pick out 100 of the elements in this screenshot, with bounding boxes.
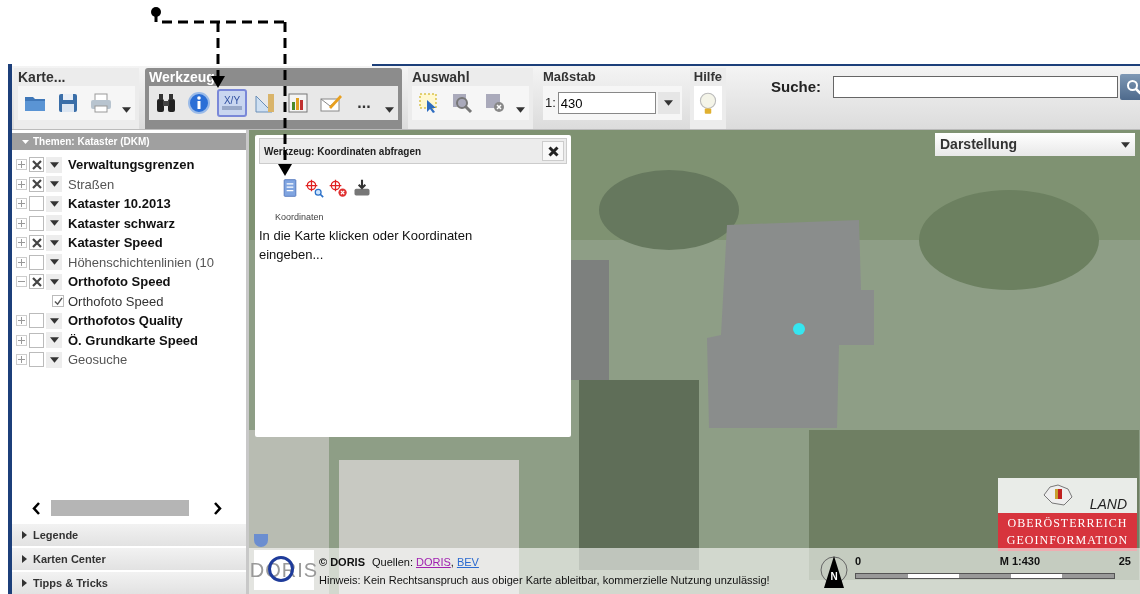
caret-icon [515, 107, 525, 113]
layer-label[interactable]: Straßen [68, 174, 115, 194]
accordion-section[interactable]: Karten Center [12, 546, 246, 570]
layer-checkbox[interactable] [29, 274, 44, 290]
layer-menu-button[interactable] [46, 351, 62, 368]
layer-label[interactable]: Orthofoto Speed [68, 272, 171, 292]
scrollbar-thumb[interactable] [51, 500, 189, 516]
printer-icon [89, 91, 113, 115]
caret-icon [49, 317, 59, 324]
scale-label: 0 [855, 554, 862, 568]
search-field[interactable] [833, 76, 1119, 98]
land-logo-text: GEOINFORMATION [1006, 532, 1129, 549]
accordion-section[interactable]: Legende [12, 522, 246, 546]
land-logo-text: OBERÖSTERREICH [1007, 515, 1128, 532]
caret-icon [49, 239, 59, 246]
toolbar-group-title: Maßstab [543, 68, 597, 86]
crosshair-magnifier-icon [303, 178, 324, 198]
layer-label[interactable]: Kataster schwarz [68, 213, 175, 233]
caret-icon [49, 278, 59, 285]
close-icon [547, 145, 559, 157]
layer-menu-button[interactable] [46, 215, 62, 232]
layer-menu-button[interactable] [46, 254, 62, 271]
plus-icon [18, 200, 25, 208]
layer-checkbox[interactable] [29, 313, 44, 329]
layer-label[interactable]: Orthofoto Speed [68, 291, 164, 311]
expand-triangle-icon [22, 531, 27, 539]
display-dropdown[interactable]: Darstellung [935, 133, 1135, 156]
plus-icon [18, 336, 25, 344]
toolbar-group-title: Auswahl [412, 68, 471, 86]
layer-menu-button[interactable] [46, 273, 62, 290]
crosshair-delete-icon [327, 178, 348, 198]
expand-triangle-icon [22, 555, 27, 563]
disclaimer-text: Hinweis: Kein Rechtsanspruch aus obiger Karte ableitbar, kommerzielle Nutzung unzulässig! [319, 573, 770, 588]
land-logo-text: LAND [1089, 497, 1127, 511]
expand-toggle[interactable] [16, 178, 27, 190]
caret-icon [49, 356, 59, 363]
map-crest-icon [1041, 483, 1074, 507]
layer-label[interactable]: Höhenschichtenlinien (10 [68, 252, 214, 272]
source-link[interactable]: BEV [456, 553, 479, 571]
layer-menu-button[interactable] [46, 156, 62, 173]
expand-toggle[interactable] [16, 237, 27, 249]
plus-icon [18, 161, 25, 169]
caret-icon [49, 200, 59, 207]
layer-checkbox[interactable] [29, 176, 44, 192]
expand-toggle[interactable] [16, 276, 27, 288]
scale-input[interactable]: 430 [557, 92, 656, 114]
layer-checkbox[interactable] [52, 295, 64, 308]
layer-label[interactable]: Orthofotos Quality [68, 311, 183, 331]
expand-toggle[interactable] [16, 354, 27, 366]
caret-icon [49, 259, 59, 266]
binoculars-icon [154, 91, 178, 115]
layer-menu-button[interactable] [46, 312, 62, 329]
toolbar-group-title: Karte... [18, 68, 67, 86]
source-link[interactable]: DORIS [416, 553, 451, 571]
popup-message: In die Karte klicken oder Koordinaten eingeben... [259, 226, 474, 264]
layer-checkbox[interactable] [29, 157, 44, 173]
layer-label[interactable]: Ö. Grundkarte Speed [68, 330, 199, 350]
caret-icon [1121, 141, 1130, 148]
search-icon [1126, 79, 1140, 95]
scale-label: M 1:430 [999, 554, 1041, 568]
expand-toggle[interactable] [16, 198, 27, 210]
expand-triangle-icon [22, 579, 27, 587]
expand-toggle[interactable] [16, 217, 27, 229]
layer-menu-button[interactable] [46, 176, 62, 193]
layer-checkbox[interactable] [29, 332, 44, 348]
layer-label[interactable]: Geosuche [68, 350, 128, 370]
plus-icon [18, 317, 25, 325]
close-button[interactable] [542, 141, 564, 161]
caret-icon [121, 107, 131, 113]
caret-icon [49, 161, 59, 168]
expand-toggle[interactable] [16, 159, 27, 171]
layer-menu-button[interactable] [46, 234, 62, 251]
plus-icon [18, 219, 25, 227]
magnifier-selection-icon [450, 91, 474, 115]
plus-icon [18, 239, 25, 247]
scale-dropdown-button[interactable] [657, 92, 680, 114]
layer-menu-button[interactable] [46, 332, 62, 349]
expand-toggle[interactable] [16, 334, 27, 346]
accordion-section[interactable]: Tipps & Tricks [12, 570, 246, 594]
layer-label[interactable]: Verwaltungsgrenzen [68, 155, 195, 175]
sources-label: Quellen: [372, 555, 413, 570]
sidebar-header-title: Themen: Kataster (DKM) [33, 135, 150, 149]
layer-checkbox[interactable] [29, 254, 44, 270]
layer-checkbox[interactable] [29, 235, 44, 251]
plus-icon [18, 356, 25, 364]
tool-button[interactable]: X/Y [217, 89, 247, 117]
chart-icon [286, 91, 310, 115]
search-label: Suche: [771, 76, 822, 97]
tool-button[interactable]: ... [349, 89, 379, 117]
search-button[interactable] [1120, 74, 1140, 100]
layer-checkbox[interactable] [29, 352, 44, 368]
expand-toggle[interactable] [16, 256, 27, 268]
layer-checkbox[interactable] [29, 196, 44, 212]
layer-menu-button[interactable] [46, 195, 62, 212]
layer-checkbox[interactable] [29, 215, 44, 231]
caret-icon [49, 181, 59, 188]
caret-icon [49, 220, 59, 227]
layer-label[interactable]: Kataster 10.2013 [68, 194, 171, 214]
layer-label[interactable]: Kataster Speed [68, 233, 163, 253]
expand-toggle[interactable] [16, 315, 27, 327]
